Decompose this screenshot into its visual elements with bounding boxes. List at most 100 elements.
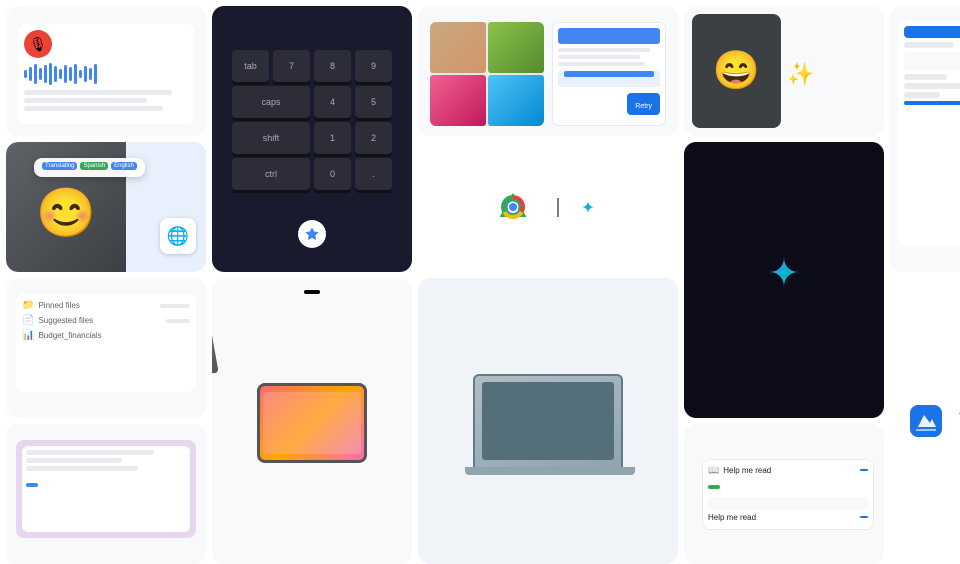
drive-content: 📁 Pinned files 📄 Suggested files 📊 Budge… xyxy=(16,294,196,392)
waveform-bar xyxy=(59,69,62,79)
drive-filename: Suggested files xyxy=(38,316,162,325)
helpwrite-prompt-bar xyxy=(558,28,660,44)
waveform-bar xyxy=(54,66,57,82)
help-read-row2: Help me read xyxy=(708,513,868,522)
keyboard-card: tab 7 8 9 caps 4 5 shift 1 2 ctrl 0 . xyxy=(212,6,412,272)
img-cell-2 xyxy=(488,22,544,73)
duet-tablet xyxy=(220,294,404,552)
stylus xyxy=(212,278,219,374)
helpwrite-insert-label: Retry xyxy=(635,103,652,110)
recap-line xyxy=(26,458,122,463)
imagegen-preview xyxy=(430,22,544,126)
focus-timer xyxy=(904,52,960,70)
focus-item xyxy=(904,74,947,80)
laptop-base xyxy=(465,467,635,475)
focus-item xyxy=(904,42,954,48)
tablet-body xyxy=(257,383,367,463)
tag-translating: Translating xyxy=(42,162,77,170)
key-num3: 9 xyxy=(355,50,392,82)
img-cell-4 xyxy=(488,75,544,126)
translate-tags: Translating Spanish English xyxy=(42,162,137,170)
tablet-screen xyxy=(263,392,362,455)
waveform-bar xyxy=(29,67,32,81)
waveform-bar xyxy=(79,70,82,78)
book-icon: 📖 xyxy=(708,465,719,476)
waveform-bar xyxy=(39,68,42,80)
helpwrite-insert-btn[interactable]: Retry xyxy=(627,93,660,115)
recorder-ui xyxy=(18,24,194,124)
text-line xyxy=(24,90,172,95)
focus-ui xyxy=(898,20,960,246)
video-preview: 😄 xyxy=(692,14,781,128)
brand-divider: | xyxy=(555,196,560,219)
recorder-icon xyxy=(24,30,52,58)
key-num5: 5 xyxy=(355,86,392,118)
ask-input[interactable] xyxy=(708,497,868,510)
person-emoji: 😄 xyxy=(713,49,760,93)
quick-insert-label-area xyxy=(298,220,326,258)
text-line xyxy=(24,106,163,111)
tag-english: English xyxy=(111,162,137,170)
img-cell-1 xyxy=(430,22,486,73)
drive-row: 📁 Pinned files xyxy=(22,300,190,311)
key-num4: 4 xyxy=(314,86,351,118)
recap-screen xyxy=(22,446,190,532)
goodnotes-card: ™ xyxy=(890,278,960,564)
key-num8: 0 xyxy=(314,158,351,190)
focus-start-btn[interactable] xyxy=(904,101,960,105)
focus-header-bar xyxy=(904,26,960,38)
helpwrite-actions: Retry xyxy=(558,93,660,115)
recap-btn[interactable] xyxy=(26,483,38,487)
samsung-card xyxy=(418,278,678,564)
drive-filename: Pinned files xyxy=(38,301,156,310)
recap-card xyxy=(6,424,206,564)
experiment-btn2[interactable] xyxy=(860,516,868,518)
translate-app-icon: 🌐 xyxy=(160,218,196,254)
focus-card xyxy=(890,6,960,272)
drive-row: 📊 Budget_financials xyxy=(22,330,190,341)
drive-filename: Budget_financials xyxy=(38,331,190,340)
helpwrite-suggestion-bar xyxy=(564,71,654,77)
key-num6: 1 xyxy=(314,122,351,154)
help-read-label1: Help me read xyxy=(723,466,771,475)
imagegen-card: Retry xyxy=(418,6,678,136)
recap-line xyxy=(26,466,138,471)
help-read-row1: 📖 Help me read xyxy=(708,465,868,476)
focus-item xyxy=(904,92,940,98)
video-info: ✨ xyxy=(787,14,876,128)
waveform-bar xyxy=(89,68,92,80)
key-num7: 2 xyxy=(355,122,392,154)
key-tab: tab xyxy=(232,50,269,82)
waveform xyxy=(24,62,188,86)
waveform-bar xyxy=(84,66,87,82)
focus-item xyxy=(904,83,960,89)
laptop-container xyxy=(473,374,623,469)
helpwrite-line xyxy=(558,48,650,52)
goodnotes-icon xyxy=(910,405,942,437)
drive-bar xyxy=(166,319,190,323)
waveform-bar xyxy=(69,67,72,81)
waveform-bar xyxy=(24,70,27,78)
recorder-card xyxy=(6,6,206,136)
key-grid: tab 7 8 9 caps 4 5 shift 1 2 ctrl 0 . xyxy=(232,50,392,190)
summarize-btn[interactable] xyxy=(708,485,720,489)
gemini-with xyxy=(575,199,601,215)
helpwrite-suggestion xyxy=(558,71,660,87)
translate-label: 🌐 xyxy=(160,218,196,258)
gemini-icon xyxy=(580,199,596,215)
helpwrite-half: Retry xyxy=(552,16,666,126)
chrome-logo xyxy=(495,189,531,225)
brand-card: | xyxy=(418,142,678,272)
imagegen-half xyxy=(430,16,544,126)
drive-folder-icon: 📁 xyxy=(22,300,34,311)
img-cell-3 xyxy=(430,75,486,126)
keyboard-image: tab 7 8 9 caps 4 5 shift 1 2 ctrl 0 . xyxy=(226,20,398,220)
waveform-bar xyxy=(64,65,67,83)
key-caps: caps xyxy=(232,86,310,118)
laptop-screen xyxy=(482,382,613,459)
gemini-card[interactable] xyxy=(684,142,884,418)
tag-spanish: Spanish xyxy=(80,162,108,170)
video-effect-icon: ✨ xyxy=(787,61,876,87)
quick-insert-icon xyxy=(304,226,320,242)
experiment-btn1[interactable] xyxy=(860,469,868,471)
